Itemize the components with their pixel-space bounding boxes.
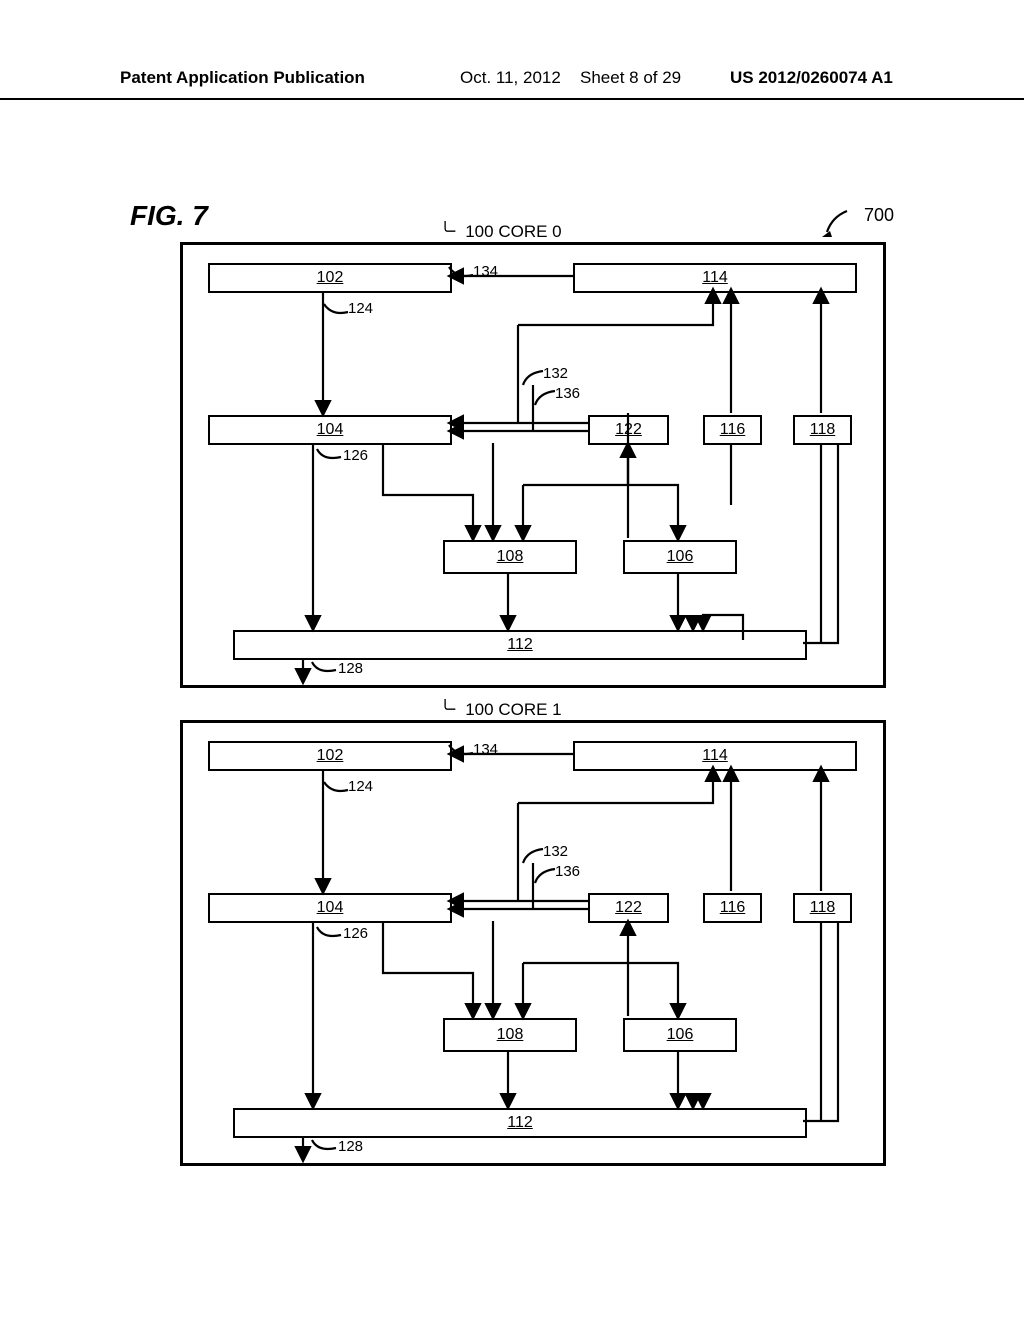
ref-128: 128 — [338, 1138, 363, 1155]
core0-container: 102 114 104 122 116 118 108 106 112 134 … — [180, 242, 886, 688]
block-118: 118 — [793, 415, 852, 445]
block-114: 114 — [573, 263, 857, 293]
core1-arrows — [183, 723, 883, 1163]
block-106: 106 — [623, 540, 737, 574]
overall-ref-700: 700 — [864, 205, 894, 226]
block-102: 102 — [208, 741, 452, 771]
page-header: Patent Application Publication Oct. 11, … — [0, 68, 1024, 100]
core0-label-prefix: 100 — [465, 222, 493, 241]
block-102: 102 — [208, 263, 452, 293]
ref-126: 126 — [343, 447, 368, 464]
ref-126-label: 126 — [343, 925, 368, 942]
ref-134: 134 — [473, 741, 498, 758]
block-108: 108 — [443, 540, 577, 574]
ref-134: 134 — [473, 263, 498, 280]
block-104: 104 — [208, 415, 452, 445]
block-118: 118 — [793, 893, 852, 923]
block-116: 116 — [703, 415, 762, 445]
overall-ref-label: 700 — [864, 205, 894, 225]
ref-132: 132 — [543, 365, 568, 382]
block-122: 122 — [588, 893, 669, 923]
core1-label-name: CORE 1 — [498, 700, 561, 719]
figure-label: FIG. 7 — [130, 200, 208, 232]
block-114: 114 — [573, 741, 857, 771]
ref-136: 136 — [555, 863, 580, 880]
header-sheet: Sheet 8 of 29 — [580, 68, 681, 88]
block-122: 122 — [588, 415, 669, 445]
core0-arrows — [183, 245, 883, 685]
block-112: 112 — [233, 630, 807, 660]
block-104: 104 — [208, 893, 452, 923]
block-112: 112 — [233, 1108, 807, 1138]
ref-132: 132 — [543, 843, 568, 860]
ref-136: 136 — [555, 385, 580, 402]
header-date: Oct. 11, 2012 — [460, 68, 561, 88]
core1-label: ╰╴ 100 CORE 1 — [440, 700, 562, 720]
ref-124: 124 — [348, 300, 373, 317]
ref-124: 124 — [348, 778, 373, 795]
ref-126: 126 — [343, 925, 368, 942]
core0-label: ╰╴ 100 CORE 0 — [440, 222, 562, 242]
block-116: 116 — [703, 893, 762, 923]
ref-128-label: 128 — [338, 660, 363, 677]
ref-128-label: 128 — [338, 1138, 363, 1155]
block-106: 106 — [623, 1018, 737, 1052]
header-publication-type: Patent Application Publication — [120, 68, 365, 88]
ref-126-label: 126 — [343, 447, 368, 464]
header-pub-number: US 2012/0260074 A1 — [730, 68, 893, 88]
block-108: 108 — [443, 1018, 577, 1052]
core1-container: 102 114 104 122 116 118 108 106 112 134 … — [180, 720, 886, 1166]
core0-label-name: CORE 0 — [498, 222, 561, 241]
ref-128: 128 — [338, 660, 363, 677]
core1-label-prefix: 100 — [465, 700, 493, 719]
